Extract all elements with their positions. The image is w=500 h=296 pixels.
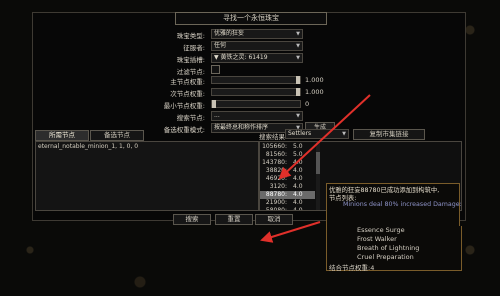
arrow-to-cancel-button <box>260 221 321 243</box>
annotation-arrows <box>260 94 371 243</box>
arrow-to-highlighted-result <box>278 94 371 180</box>
